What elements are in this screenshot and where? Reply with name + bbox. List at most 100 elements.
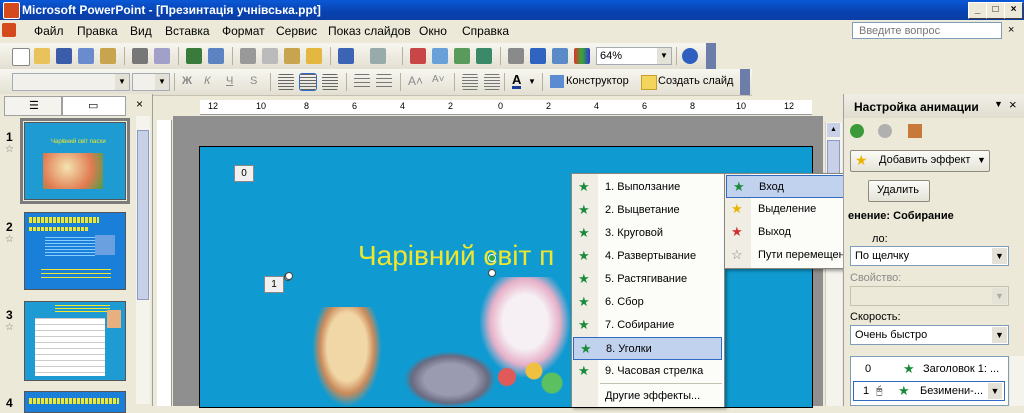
menu-service[interactable]: Сервис [276,24,317,38]
add-effect-button[interactable]: ★ Добавить эффект ▼ [850,150,990,172]
paste-icon[interactable] [284,48,300,64]
align-right-icon[interactable] [322,74,338,90]
slide-thumbnail[interactable] [24,212,126,290]
font-size-combo[interactable]: ▼ [132,73,170,91]
tab-outline[interactable]: ☰ [4,96,62,116]
decrease-font-icon[interactable]: A˅ [432,74,445,85]
menu-insert[interactable]: Вставка [165,24,210,38]
slides-pane-scrollbar[interactable] [136,116,150,404]
close-pane-icon[interactable]: × [136,97,143,111]
speed-select[interactable]: Очень быстро ▼ [850,325,1009,345]
open-folder-icon[interactable] [34,48,50,64]
show-grid-icon[interactable] [552,48,568,64]
font-color-icon[interactable]: A [512,73,522,89]
new-file-icon[interactable] [12,48,30,66]
menu-help[interactable]: Справка [462,24,509,38]
underline-icon[interactable]: Ч [226,75,233,87]
increase-indent-icon[interactable] [484,74,500,90]
menu-slideshow[interactable]: Показ слайдов [328,24,411,38]
shadow-icon[interactable]: S [250,75,257,87]
color-grayscale-icon[interactable] [574,48,590,64]
menu-format[interactable]: Формат [222,24,265,38]
hyperlink-icon[interactable] [476,48,492,64]
increase-font-icon[interactable]: A˄ [408,74,423,88]
taskpane-dropdown-icon[interactable]: ▼ [994,99,1003,109]
bullets-icon[interactable] [376,74,392,90]
menu-effect-circle[interactable]: ★ 3. Круговой [572,222,722,245]
menu-edit[interactable]: Правка [77,24,118,38]
close-button[interactable]: × [1004,2,1023,19]
home-icon[interactable] [908,124,922,138]
show-formatting-icon[interactable] [530,48,546,64]
toolbar-options-icon[interactable] [740,69,750,95]
animation-tag[interactable]: 1 [264,276,284,293]
bunny-picture[interactable] [312,307,382,407]
menu-effect-gather[interactable]: ★ 6. Сбор [572,291,722,314]
animation-list-item[interactable]: 1 🖰 ★ Безимени-... ▼ [853,381,1005,401]
document-icon[interactable] [2,23,16,37]
new-slide-icon[interactable] [641,75,657,90]
rotation-handle[interactable] [488,254,496,262]
selection-handle[interactable] [488,269,496,277]
animation-tag[interactable]: 0 [234,165,254,182]
insert-chart-icon[interactable] [410,48,426,64]
back-icon[interactable] [850,124,864,138]
tables-borders-icon[interactable] [454,48,470,64]
taskpane-scrollbar[interactable] [1010,356,1024,406]
menu-view[interactable]: Вид [130,24,152,38]
toolbar-options-icon[interactable] [706,43,716,69]
menu-effect-fade[interactable]: ★ 2. Выцветание [572,199,722,222]
close-document-icon[interactable]: × [1008,24,1014,36]
print-preview-icon[interactable] [154,48,170,64]
designer-icon[interactable] [550,75,564,88]
bold-icon[interactable]: Ж [182,75,192,87]
minimize-button[interactable]: _ [968,2,987,19]
cut-icon[interactable] [240,48,256,64]
align-left-icon[interactable] [278,74,294,90]
slide-thumbnail[interactable] [24,301,126,381]
designer-button[interactable]: Конструктор [566,75,629,87]
italic-icon[interactable]: К [204,75,210,87]
item-dropdown-icon[interactable]: ▼ [988,383,1002,399]
slide-title[interactable]: Чарівний світ п [358,240,554,272]
animation-list[interactable]: 0 ★ Заголовок 1: ... 1 🖰 ★ Безимени-... … [850,356,1009,406]
maximize-button[interactable]: □ [986,2,1005,19]
copy-icon[interactable] [262,48,278,64]
insert-table-icon[interactable] [432,48,448,64]
research-icon[interactable] [208,48,224,64]
delete-effect-button[interactable]: Удалить [868,180,930,202]
format-painter-icon[interactable] [306,48,322,64]
start-select[interactable]: По щелчку ▼ [850,246,1009,266]
selection-handle[interactable] [285,272,293,280]
slide-thumbnail[interactable] [24,391,126,413]
menu-effect-clock-wipe[interactable]: ★ 9. Часовая стрелка [572,360,722,383]
taskpane-close-icon[interactable]: × [1009,97,1017,112]
scroll-up-icon[interactable]: ▲ [827,123,840,137]
menu-effect-unfold[interactable]: ★ 4. Развертывание [572,245,722,268]
powerpoint-app-icon[interactable] [3,2,20,19]
menu-effect-assemble[interactable]: ★ 7. Собирание [572,314,722,337]
redo-icon[interactable] [370,48,386,64]
decrease-indent-icon[interactable] [462,74,478,90]
help-icon[interactable] [682,48,698,64]
font-name-combo[interactable]: ▼ [12,73,130,91]
new-slide-button[interactable]: Создать слайд [658,75,733,87]
forward-icon[interactable] [878,124,892,138]
menu-effect-corners[interactable]: ★ 8. Уголки [573,337,722,360]
email-icon[interactable] [100,48,116,64]
menu-effect-crawl-in[interactable]: ★ 1. Выползание [572,176,722,199]
tab-slides[interactable]: ▭ [62,96,126,116]
expand-all-icon[interactable] [508,48,524,64]
align-center-icon[interactable] [299,73,317,91]
zoom-combo[interactable]: 64% ▼ [596,47,672,65]
permission-icon[interactable] [78,48,94,64]
font-color-dropdown-icon[interactable]: ▼ [528,77,536,86]
menu-effect-stretch[interactable]: ★ 5. Растягивание [572,268,722,291]
spelling-icon[interactable] [186,48,202,64]
menu-window[interactable]: Окно [419,24,447,38]
slide-thumbnail[interactable]: Чарівний світ пасхи [20,118,130,204]
help-question-input[interactable]: Введите вопрос [852,22,1002,39]
menu-more-effects[interactable]: Другие эффекты... [572,385,722,408]
menu-file[interactable]: Файл [34,24,64,38]
undo-icon[interactable] [338,48,354,64]
